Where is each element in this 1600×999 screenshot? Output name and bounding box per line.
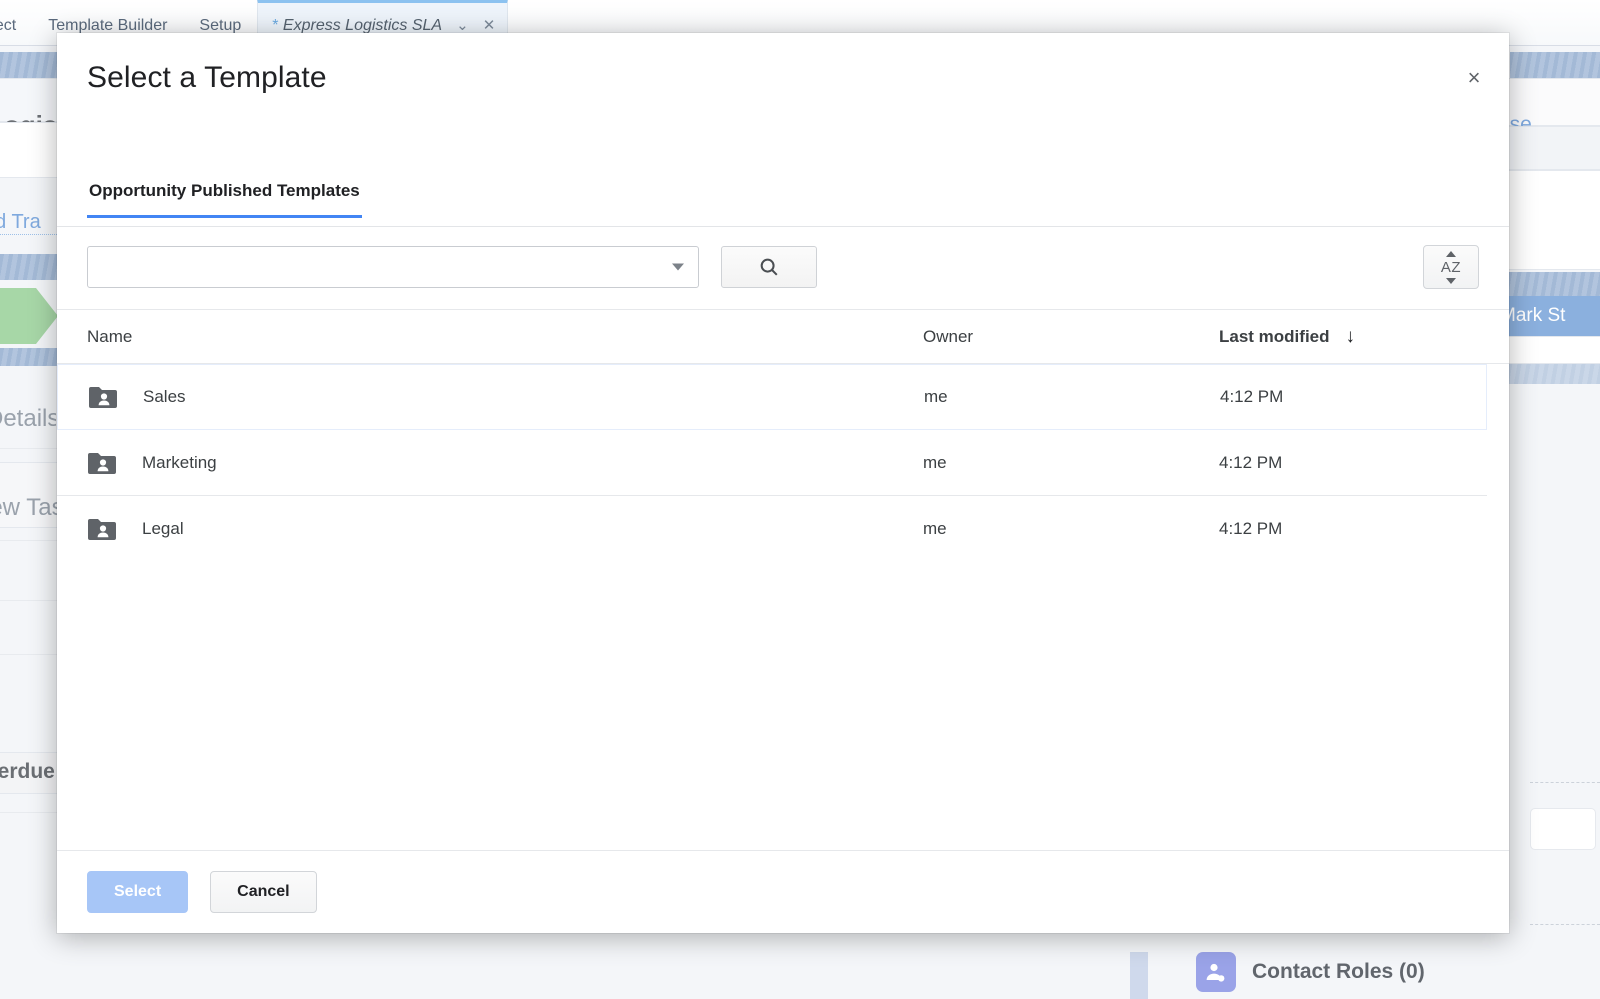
column-header-name[interactable]: Name — [87, 327, 923, 347]
row-modified-cell: 4:12 PM — [1219, 453, 1283, 472]
row-modified-cell: 4:12 PM — [1220, 387, 1284, 406]
arrow-down-icon — [1445, 277, 1456, 284]
row-modified-cell: 4:12 PM — [1219, 519, 1283, 538]
table-header-row: Name Owner Last modified ↓ — [57, 310, 1509, 364]
tab-connect[interactable]: nect — [0, 17, 32, 45]
contact-roles-title: Contact Roles (0) — [1252, 960, 1425, 983]
shared-folder-icon — [87, 451, 117, 476]
row-name-cell: Sales — [88, 385, 924, 410]
side-strip — [1130, 952, 1148, 999]
template-filter-combobox[interactable] — [87, 246, 699, 288]
sales-path-chevron[interactable] — [0, 288, 58, 344]
dialog-footer: Select Cancel — [57, 850, 1509, 933]
row-owner-cell: me — [924, 387, 948, 406]
row-name-label: Sales — [143, 387, 186, 406]
details-tab[interactable]: Details — [0, 405, 56, 433]
dashed-divider-1 — [1530, 782, 1600, 783]
filter-toolbar: AZ — [57, 227, 1509, 310]
row-owner-cell: me — [923, 453, 947, 472]
search-button[interactable] — [721, 246, 817, 288]
shared-folder-icon — [87, 517, 117, 542]
column-header-modified-label: Last modified — [1219, 326, 1330, 346]
unsaved-asterisk: * — [272, 17, 279, 34]
sort-button-label: AZ — [1440, 258, 1462, 276]
record-header-band-right — [1510, 52, 1600, 78]
bottom-right-card — [1530, 808, 1596, 850]
template-list: Name Owner Last modified ↓ Sales me 4:12 — [57, 310, 1509, 850]
row-name-label: Legal — [142, 519, 184, 538]
row-name-label: Marketing — [142, 453, 217, 472]
dialog-tabs: Opportunity Published Templates — [57, 181, 1509, 227]
select-template-dialog: Select a Template × Opportunity Publishe… — [57, 33, 1509, 933]
search-icon — [760, 258, 778, 276]
table-row[interactable]: Marketing me 4:12 PM — [57, 430, 1487, 496]
dashed-divider-2 — [1530, 924, 1600, 925]
tab-active-label: Express Logistics SLA — [282, 17, 443, 34]
column-header-modified[interactable]: Last modified ↓ — [1219, 327, 1479, 347]
chevron-down-icon[interactable] — [672, 263, 684, 271]
page-title: Select a Template — [87, 61, 327, 94]
arrow-up-icon — [1445, 250, 1456, 257]
sort-alpha-icon: AZ — [1439, 250, 1463, 284]
row-name-cell: Marketing — [87, 451, 923, 476]
select-button[interactable]: Select — [87, 871, 189, 913]
table-row[interactable]: Sales me 4:12 PM — [57, 364, 1487, 430]
column-header-owner[interactable]: Owner — [923, 327, 1219, 347]
row-name-cell: Legal — [87, 517, 923, 542]
table-row[interactable]: Legal me 4:12 PM — [57, 496, 1487, 562]
new-task-label[interactable]: lew Tas — [0, 494, 64, 522]
dialog-header: Select a Template × — [57, 33, 1509, 181]
shared-folder-icon — [88, 385, 118, 410]
close-icon[interactable]: × — [1457, 61, 1491, 95]
tab-opportunity-published-templates[interactable]: Opportunity Published Templates — [87, 181, 362, 218]
cancel-button[interactable]: Cancel — [210, 871, 317, 913]
template-filter-input[interactable] — [88, 247, 698, 287]
row-owner-cell: me — [923, 519, 947, 538]
sort-descending-icon: ↓ — [1345, 326, 1356, 347]
sort-button[interactable]: AZ — [1423, 245, 1479, 289]
contact-roles-icon — [1196, 952, 1236, 992]
